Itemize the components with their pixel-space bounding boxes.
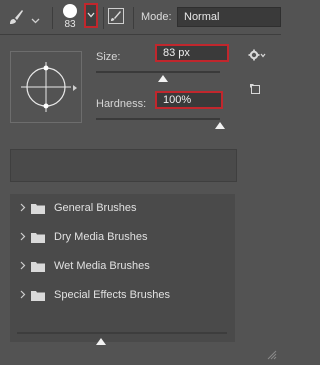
folder-icon [31, 262, 45, 272]
hardness-label: Hardness: [96, 98, 147, 110]
size-slider-thumb[interactable] [157, 75, 168, 82]
chevron-down-icon[interactable] [31, 11, 40, 29]
preview-scale-slider-thumb[interactable] [96, 338, 106, 345]
divider [133, 7, 134, 29]
brush-search-field[interactable] [10, 149, 237, 182]
brush-panel-icon[interactable] [108, 8, 124, 24]
brush-preset-preview[interactable]: 83 [60, 2, 80, 30]
options-toolbar: 83 Mode: Normal [0, 0, 281, 35]
chevron-right-icon[interactable] [20, 232, 26, 241]
brush-group-label: Dry Media Brushes [54, 231, 148, 243]
mode-select[interactable]: Normal [177, 7, 281, 27]
list-item[interactable]: Wet Media Brushes [10, 252, 235, 281]
hardness-slider-track[interactable] [96, 118, 220, 120]
list-item[interactable]: Dry Media Brushes [10, 223, 235, 252]
divider [103, 7, 104, 29]
caret-right-icon[interactable] [73, 85, 77, 91]
hardness-slider-thumb[interactable] [215, 122, 225, 129]
brush-group-label: Special Effects Brushes [54, 289, 170, 301]
brush-angle-roundness-preview[interactable] [10, 51, 82, 123]
folder-icon [31, 291, 45, 301]
list-item[interactable]: Special Effects Brushes [10, 281, 235, 310]
chevron-down-icon [87, 12, 95, 18]
resize-grip-icon[interactable] [267, 347, 277, 365]
mode-label: Mode: [141, 11, 172, 23]
chevron-right-icon[interactable] [20, 261, 26, 270]
brush-preset-list: General Brushes Dry Media Brushes Wet Me… [10, 194, 235, 342]
chevron-right-icon[interactable] [20, 203, 26, 212]
brush-preset-picker-toggle[interactable] [84, 3, 98, 28]
brush-group-label: General Brushes [54, 202, 137, 214]
size-slider-track[interactable] [96, 71, 220, 73]
size-label: Size: [96, 51, 121, 63]
brush-icon[interactable] [8, 9, 24, 30]
brush-preset-picker: Size: 83 px Hardness: 100% General Brush… [0, 35, 281, 361]
list-item[interactable]: General Brushes [10, 194, 235, 223]
brush-size-readout: 83 [64, 19, 76, 30]
preview-scale-slider-track[interactable] [17, 332, 227, 334]
brush-tip-icon [63, 4, 77, 18]
chevron-right-icon[interactable] [20, 290, 26, 299]
new-preset-icon[interactable] [249, 82, 261, 100]
brush-group-label: Wet Media Brushes [54, 260, 150, 272]
divider [52, 7, 53, 29]
size-input[interactable]: 83 px [155, 44, 229, 62]
gear-icon[interactable] [248, 48, 266, 66]
folder-icon [31, 204, 45, 214]
folder-icon [31, 233, 45, 243]
hardness-input[interactable]: 100% [155, 91, 223, 109]
